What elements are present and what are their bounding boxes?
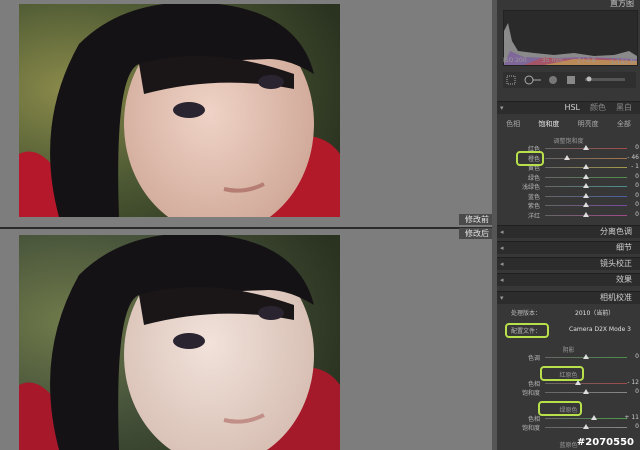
slider-row[interactable]: 蓝色 0 bbox=[497, 192, 640, 201]
slider-label: 色相 bbox=[527, 381, 540, 388]
slider-handle[interactable] bbox=[583, 145, 589, 150]
slider-row[interactable]: 饱和度 0 bbox=[497, 423, 640, 432]
slider-value[interactable]: 0 bbox=[635, 144, 639, 151]
adjustment-brush-icon[interactable] bbox=[585, 76, 625, 82]
process-version-value[interactable]: 2010（当前） bbox=[575, 308, 614, 317]
slider-label: 饱和度 bbox=[521, 425, 540, 432]
slider-row[interactable]: 浅绿色 0 bbox=[497, 182, 640, 191]
slider-value[interactable]: 0 bbox=[635, 423, 639, 430]
split-divider[interactable] bbox=[0, 227, 497, 229]
slider-row[interactable]: 色相 + 11 bbox=[497, 414, 640, 423]
slider-handle[interactable] bbox=[583, 424, 589, 429]
slider-value[interactable]: 0 bbox=[635, 388, 639, 395]
photo-after bbox=[19, 235, 340, 450]
shutter-value: 1/160 秒 bbox=[610, 59, 636, 66]
slider-value[interactable]: - 12 bbox=[627, 379, 639, 386]
redeye-icon[interactable] bbox=[549, 76, 557, 84]
slider-row[interactable]: 紫色 0 bbox=[497, 201, 640, 210]
slider-value[interactable]: 0 bbox=[635, 353, 639, 360]
aperture-value: ƒ / 2.8 bbox=[578, 57, 596, 64]
slider-label: 饱和度 bbox=[521, 390, 540, 397]
slider-handle[interactable] bbox=[583, 192, 589, 198]
slider-value[interactable]: + 11 bbox=[624, 414, 639, 421]
slider-label: 蓝色 bbox=[527, 193, 540, 201]
slider-row[interactable]: 绿色 0 bbox=[497, 173, 640, 182]
photo-before bbox=[19, 4, 340, 217]
slider-track[interactable] bbox=[545, 383, 627, 384]
graduated-filter-icon[interactable] bbox=[567, 76, 575, 84]
collapse-icon: ▾ bbox=[500, 104, 504, 112]
hsl-tabs: 色相 饱和度 明亮度 全部 bbox=[497, 119, 640, 129]
crop-tool-icon[interactable] bbox=[506, 75, 516, 85]
profile-highlight bbox=[505, 323, 549, 338]
slider-handle[interactable] bbox=[583, 389, 589, 394]
slider-label: 洋红 bbox=[527, 212, 540, 220]
slider-label: 色相 bbox=[527, 416, 540, 423]
after-label: 修改后 bbox=[459, 228, 495, 239]
process-version-row[interactable]: 处理版本： 2010（当前） bbox=[497, 308, 640, 318]
orange-highlight bbox=[516, 151, 544, 166]
slider-value[interactable]: 0 bbox=[635, 201, 639, 208]
slider-value[interactable]: 0 bbox=[635, 211, 639, 218]
slider-value[interactable]: - 1 bbox=[631, 163, 639, 170]
lens-correction-header[interactable]: ◂ 镜头校正 bbox=[497, 257, 640, 270]
slider-handle[interactable] bbox=[583, 354, 589, 359]
slider-label: 色调 bbox=[527, 355, 540, 362]
iso-value: ISO 200 bbox=[503, 57, 527, 64]
slider-label: 紫色 bbox=[527, 203, 540, 210]
spot-removal-icon[interactable] bbox=[524, 75, 541, 85]
slider-handle[interactable] bbox=[591, 415, 598, 420]
slider-value[interactable]: 0 bbox=[635, 173, 639, 180]
slider-value[interactable]: - 46 bbox=[627, 154, 639, 161]
histogram-title: 直方图 bbox=[610, 0, 634, 8]
slider-value[interactable]: 0 bbox=[635, 192, 639, 199]
watermark: #2070550 bbox=[576, 437, 634, 448]
slider-row[interactable]: 洋红 0 bbox=[497, 211, 640, 220]
before-label: 修改前 bbox=[459, 214, 495, 225]
tab-saturation[interactable]: 饱和度 bbox=[538, 119, 559, 129]
slider-track[interactable] bbox=[545, 418, 627, 419]
effects-header[interactable]: ◂ 效果 bbox=[497, 273, 640, 286]
slider-handle[interactable] bbox=[564, 154, 571, 160]
profile-value[interactable]: Camera D2X Mode 3 bbox=[569, 326, 631, 333]
slider-row[interactable]: 色调 0 bbox=[497, 353, 640, 362]
slider-label: 浅绿色 bbox=[521, 184, 540, 191]
slider-row[interactable]: 色相 - 12 bbox=[497, 379, 640, 388]
split-toning-header[interactable]: ◂ 分离色调 bbox=[497, 225, 640, 238]
slider-handle[interactable] bbox=[574, 380, 581, 385]
tab-all[interactable]: 全部 bbox=[617, 119, 631, 129]
tab-hue[interactable]: 色相 bbox=[506, 119, 520, 129]
slider-handle[interactable] bbox=[583, 183, 589, 188]
slider-handle[interactable] bbox=[583, 202, 589, 207]
develop-panel: 直方图 ISO 200 35 mm ƒ / 2.8 1/160 秒 ▾ HSL … bbox=[497, 0, 640, 450]
detail-header[interactable]: ◂ 细节 bbox=[497, 241, 640, 254]
slider-handle[interactable] bbox=[583, 211, 589, 217]
slider-track[interactable] bbox=[545, 157, 627, 159]
slider-row[interactable]: 饱和度 0 bbox=[497, 388, 640, 397]
slider-handle[interactable] bbox=[583, 173, 589, 179]
hsl-header[interactable]: ▾ HSL 颜色 黑白 bbox=[497, 101, 640, 114]
slider-value[interactable]: 0 bbox=[635, 182, 639, 189]
histogram-info: ISO 200 35 mm ƒ / 2.8 1/160 秒 bbox=[503, 57, 636, 66]
tool-strip bbox=[503, 72, 636, 88]
photo-canvas: 修改前 修改后 bbox=[0, 0, 497, 450]
slider-label: 绿色 bbox=[527, 174, 540, 182]
tab-luminance[interactable]: 明亮度 bbox=[578, 119, 599, 129]
camera-calibration-header[interactable]: ▾ 相机校准 bbox=[497, 291, 640, 304]
focal-length-value: 35 mm bbox=[541, 57, 564, 64]
slider-handle[interactable] bbox=[583, 164, 589, 169]
